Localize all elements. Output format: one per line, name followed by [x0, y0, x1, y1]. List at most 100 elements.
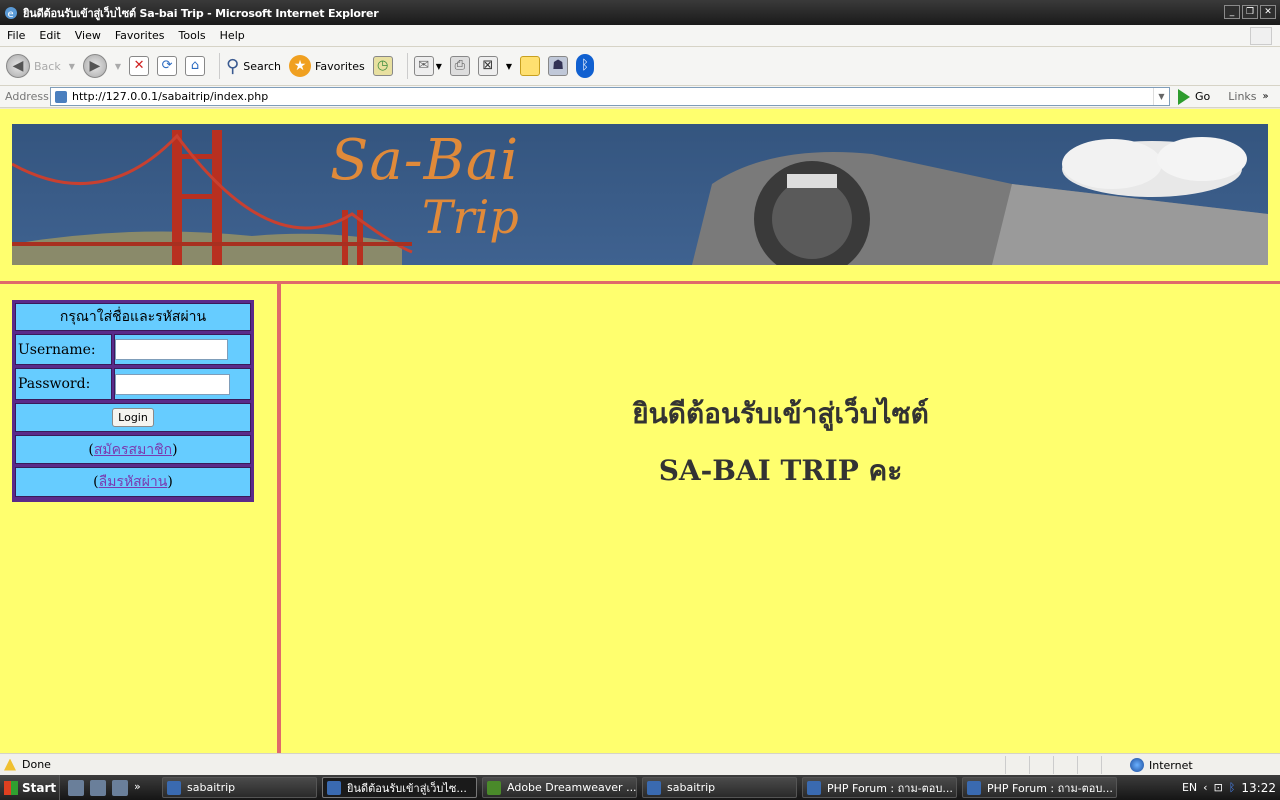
site-banner: Sa-Bai Trip	[12, 124, 1268, 265]
clock[interactable]: 13:22	[1241, 781, 1276, 795]
login-button-cell: Login	[15, 403, 251, 432]
search-icon: ⚲	[226, 55, 240, 77]
search-button[interactable]: ⚲ Search	[226, 56, 281, 77]
status-panes	[1005, 756, 1125, 774]
welcome-heading: ยินดีต้อนรับเข้าสู่เว็บไซต์	[632, 397, 929, 430]
login-button[interactable]: Login	[112, 408, 154, 427]
go-button[interactable]: Go	[1178, 88, 1211, 105]
minimize-button[interactable]: _	[1224, 5, 1240, 19]
zone-label: Internet	[1149, 758, 1193, 772]
banner-image	[12, 124, 1268, 265]
username-input-cell	[114, 334, 251, 365]
security-zone[interactable]: Internet	[1130, 758, 1193, 772]
back-button[interactable]: ◀ Back ▼	[6, 54, 75, 78]
print-icon: ⎙	[449, 56, 470, 76]
mail-dropdown-icon[interactable]: ▼	[436, 62, 442, 71]
status-text: Done	[22, 758, 51, 771]
title-bar: e ยินดีต้อนรับเข้าสู่เว็บไซต์ Sa-bai Tri…	[0, 0, 1280, 25]
network-icon[interactable]: ⊡	[1214, 781, 1223, 794]
task-ie-sabaitrip[interactable]: ยินดีต้อนรับเข้าสู่เว็บไซ...	[322, 777, 477, 798]
favorites-label: Favorites	[315, 59, 365, 73]
edit-icon: ⊠	[477, 56, 498, 76]
warning-icon	[4, 758, 16, 771]
start-button[interactable]: Start	[0, 775, 60, 800]
window-title: ยินดีต้อนรับเข้าสู่เว็บไซต์ Sa-bai Trip …	[23, 6, 379, 20]
vertical-divider	[277, 284, 281, 753]
restore-button[interactable]: ❐	[1242, 5, 1258, 19]
page-icon	[55, 90, 67, 103]
forgot-password-cell: (ลืมรหัสผ่าน)	[15, 467, 251, 497]
login-form: กรุณาใส่ชื่อและรหัสผ่าน Username: Passwo…	[12, 300, 254, 502]
ie-icon	[807, 780, 821, 795]
messenger-button[interactable]: ☗	[548, 56, 569, 76]
menu-tools[interactable]: Tools	[172, 29, 213, 42]
mail-button[interactable]: ✉ ▼	[413, 56, 442, 76]
globe-icon	[1130, 758, 1144, 772]
bluetooth-icon: ᛒ	[576, 54, 595, 78]
toolbar-separator	[406, 53, 408, 79]
quicklaunch-more-icon[interactable]: »	[134, 780, 141, 796]
home-icon: ⌂	[185, 56, 206, 76]
svg-text:e: e	[8, 9, 14, 20]
mail-icon: ✉	[413, 56, 434, 76]
task-php-forum-2[interactable]: PHP Forum : ถาม-ตอบ...	[962, 777, 1117, 798]
links-button[interactable]: Links	[1228, 90, 1256, 103]
ie-icon	[327, 780, 341, 795]
bluetooth-tray-icon[interactable]: ᛒ	[1229, 781, 1236, 794]
task-sabaitrip-folder-2[interactable]: sabaitrip	[642, 777, 797, 798]
start-label: Start	[22, 780, 57, 795]
login-heading-cell: กรุณาใส่ชื่อและรหัสผ่าน	[15, 303, 251, 331]
chevron-right-icon[interactable]: »	[1263, 91, 1269, 102]
desktop-quicklaunch-icon[interactable]	[112, 779, 128, 796]
address-dropdown-icon[interactable]: ▼	[1153, 88, 1169, 105]
ie-icon	[967, 780, 981, 795]
menu-help[interactable]: Help	[213, 29, 252, 42]
forgot-password-link[interactable]: ลืมรหัสผ่าน	[99, 471, 168, 493]
forgot-paren-close: )	[167, 474, 173, 490]
task-label: sabaitrip	[667, 781, 716, 794]
forward-dropdown-icon[interactable]: ▼	[115, 62, 121, 71]
menu-edit[interactable]: Edit	[32, 29, 67, 42]
task-sabaitrip-folder[interactable]: sabaitrip	[162, 777, 317, 798]
edit-button[interactable]: ⊠ ▼	[477, 56, 512, 76]
task-label: Adobe Dreamweaver ...	[507, 781, 637, 794]
password-input[interactable]	[115, 373, 230, 395]
refresh-button[interactable]: ⟳	[157, 56, 178, 76]
address-bar: Address http://127.0.0.1/sabaitrip/index…	[0, 86, 1280, 108]
task-label: sabaitrip	[187, 781, 236, 794]
home-button[interactable]: ⌂	[185, 56, 206, 76]
toolbar: ◀ Back ▼ ▶ ▼ ✕ ⟳ ⌂ ⚲ Search ★ Favorites …	[0, 47, 1280, 86]
username-label: Username:	[18, 341, 96, 358]
ie-icon: e	[4, 6, 18, 20]
stop-button[interactable]: ✕	[129, 56, 150, 76]
status-bar: Done Internet	[0, 753, 1280, 775]
register-link[interactable]: สมัครสมาชิก	[94, 439, 172, 461]
language-indicator[interactable]: EN	[1182, 781, 1197, 794]
task-dreamweaver[interactable]: Adobe Dreamweaver ...	[482, 777, 637, 798]
username-input[interactable]	[115, 339, 228, 360]
history-button[interactable]: ◷	[372, 56, 393, 76]
banner-logo-line1: Sa-Bai	[330, 128, 520, 193]
go-label: Go	[1195, 90, 1211, 103]
ie-quicklaunch-icon[interactable]	[68, 779, 84, 796]
edit-dropdown-icon[interactable]: ▼	[506, 62, 512, 71]
menu-file[interactable]: File	[0, 29, 32, 42]
print-button[interactable]: ⎙	[449, 56, 470, 76]
login-heading: กรุณาใส่ชื่อและรหัสผ่าน	[59, 309, 207, 325]
doc-quicklaunch-icon[interactable]	[90, 779, 106, 796]
tray-expand-icon[interactable]: ‹	[1203, 781, 1207, 794]
taskbar: Start » sabaitrip ยินดีต้อนรับเข้าสู่เว็…	[0, 775, 1280, 800]
menu-view[interactable]: View	[68, 29, 108, 42]
task-label: ยินดีต้อนรับเข้าสู่เว็บไซ...	[347, 781, 467, 795]
favorites-button[interactable]: ★ Favorites	[289, 55, 365, 77]
forward-button[interactable]: ▶ ▼	[82, 54, 121, 78]
refresh-icon: ⟳	[157, 56, 178, 76]
address-url: http://127.0.0.1/sabaitrip/index.php	[72, 90, 269, 103]
bluetooth-button[interactable]: ᛒ	[576, 54, 595, 78]
address-input[interactable]: http://127.0.0.1/sabaitrip/index.php ▼	[50, 87, 1170, 106]
notes-button[interactable]	[520, 56, 541, 76]
close-button[interactable]: ✕	[1260, 5, 1276, 19]
back-dropdown-icon[interactable]: ▼	[69, 62, 75, 71]
menu-favorites[interactable]: Favorites	[108, 29, 172, 42]
task-php-forum-1[interactable]: PHP Forum : ถาม-ตอบ...	[802, 777, 957, 798]
